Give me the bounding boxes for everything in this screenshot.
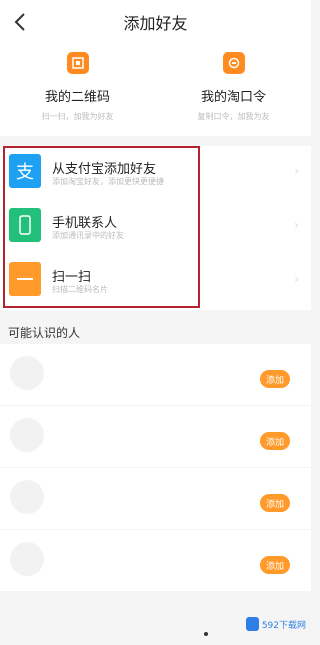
home-indicator: [204, 632, 208, 636]
avatar: [10, 542, 44, 576]
my-qrcode-label: 我的二维码: [44, 90, 110, 105]
chevron-right-icon: ›: [294, 164, 299, 178]
top-bar: 添加好友: [0, 0, 311, 44]
list-item: 添加: [0, 468, 311, 530]
add-friend-button[interactable]: 添加: [260, 556, 290, 574]
avatar: [10, 418, 44, 452]
my-qrcode-button[interactable]: 我的二维码 扫一扫，加我为好友: [0, 52, 155, 122]
chevron-right-icon: ›: [294, 218, 299, 232]
add-friend-button[interactable]: 添加: [260, 494, 290, 512]
chevron-right-icon: ›: [294, 272, 299, 286]
watermark: 592下载网: [246, 612, 306, 636]
my-taokouling-subtitle: 复制口令，加我为友: [197, 112, 270, 121]
page-title: 添加好友: [123, 14, 188, 33]
people-you-may-know-title: 可能认识的人: [8, 326, 81, 340]
watermark-text: 592下载网: [261, 620, 306, 631]
list-item: 添加: [0, 344, 311, 406]
my-taokouling-label: 我的淘口令: [200, 90, 266, 105]
list-item: 添加: [0, 530, 311, 592]
watermark-logo: [246, 617, 259, 631]
people-you-may-know-list: 添加 添加 添加 添加: [0, 344, 311, 592]
back-icon[interactable]: [8, 10, 32, 34]
avatar: [10, 356, 44, 390]
qr-section: 我的二维码 扫一扫，加我为好友 我的淘口令 复制口令，加我为友: [0, 44, 311, 136]
add-friend-button[interactable]: 添加: [260, 432, 290, 450]
my-qrcode-subtitle: 扫一扫，加我为好友: [41, 112, 114, 121]
my-taokouling-button[interactable]: 我的淘口令 复制口令，加我为友: [156, 52, 311, 122]
add-friend-button[interactable]: 添加: [260, 370, 290, 388]
list-item: 添加: [0, 406, 311, 468]
taokouling-icon: [222, 52, 245, 74]
qrcode-icon: [66, 52, 89, 74]
avatar: [10, 480, 44, 514]
highlight-box: [3, 146, 200, 308]
